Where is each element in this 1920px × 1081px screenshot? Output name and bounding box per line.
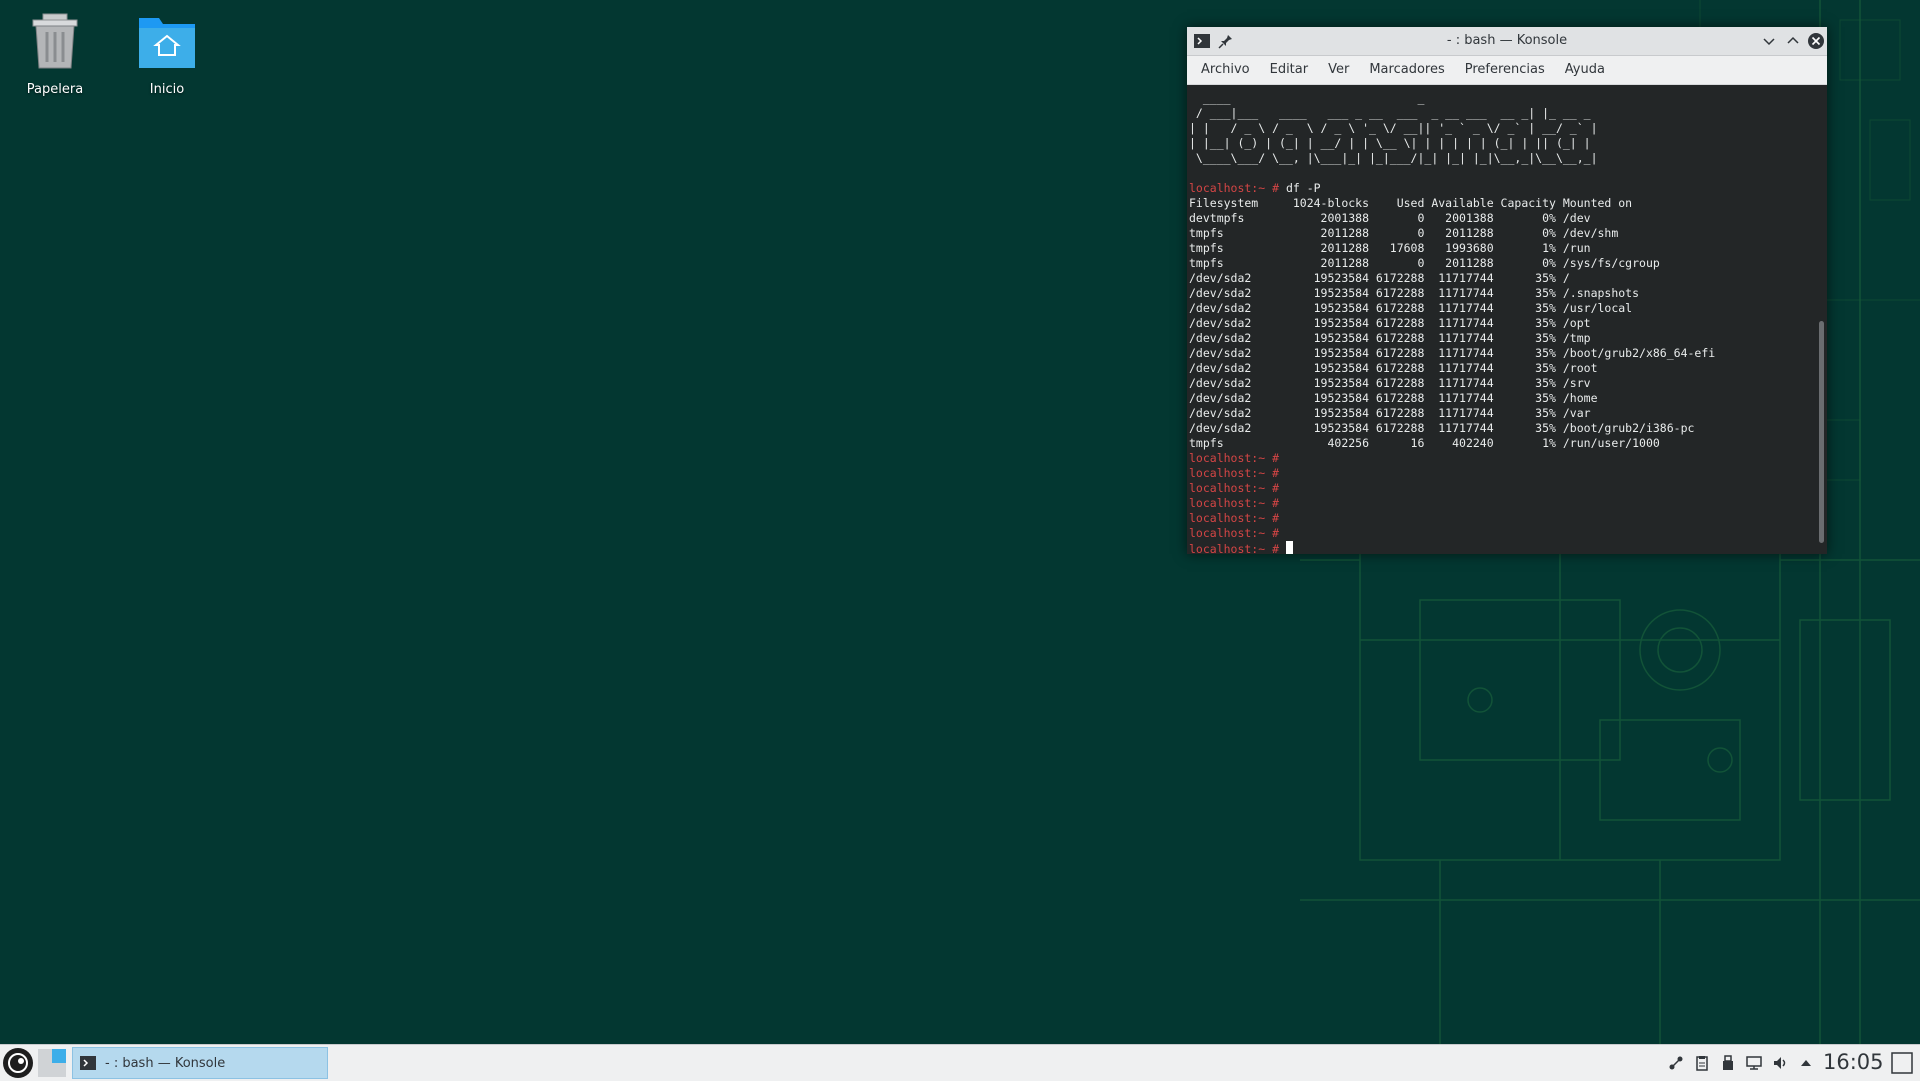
terminal-table-row: tmpfs 2011288 0 2011288 0% /dev/shm xyxy=(1189,226,1619,240)
menu-preferencias[interactable]: Preferencias xyxy=(1455,56,1555,84)
terminal-banner-line: \____\___/ \__, |\___|_| |_|___/|_| |_| … xyxy=(1195,151,1598,165)
terminal-banner-line: ____ _ xyxy=(1202,91,1425,105)
clipboard-icon[interactable] xyxy=(1694,1055,1710,1071)
terminal-table-row: /dev/sda2 19523584 6172288 11717744 35% … xyxy=(1189,361,1598,375)
scrollbar-thumb[interactable] xyxy=(1819,321,1824,543)
desktop-icon-trash[interactable]: Papelera xyxy=(5,12,105,97)
terminal-table-row: /dev/sda2 19523584 6172288 11717744 35% … xyxy=(1189,391,1598,405)
terminal-table-row: /dev/sda2 19523584 6172288 11717744 35% … xyxy=(1189,301,1633,315)
terminal-table-row: /dev/sda2 19523584 6172288 11717744 35% … xyxy=(1189,271,1570,285)
terminal-prompt: localhost:~ # xyxy=(1189,481,1280,495)
taskbar-item-label: - : bash — Konsole xyxy=(105,1055,226,1071)
volume-icon[interactable] xyxy=(1772,1055,1788,1071)
network-share-icon[interactable] xyxy=(1668,1055,1684,1071)
trash-icon xyxy=(32,13,78,69)
menu-editar[interactable]: Editar xyxy=(1260,56,1319,84)
home-folder-icon xyxy=(139,18,195,68)
terminal-prompt: localhost:~ # xyxy=(1189,466,1280,480)
terminal-scrollbar[interactable] xyxy=(1815,85,1827,554)
terminal-table-row: /dev/sda2 19523584 6172288 11717744 35% … xyxy=(1189,316,1591,330)
konsole-window[interactable]: - : bash — Konsole Archivo Editar Ver Ma… xyxy=(1187,27,1827,554)
window-title: - : bash — Konsole xyxy=(1446,33,1568,48)
window-titlebar[interactable]: - : bash — Konsole xyxy=(1187,27,1827,56)
pager-icon[interactable] xyxy=(38,1049,66,1077)
terminal-table-row: /dev/sda2 19523584 6172288 11717744 35% … xyxy=(1189,421,1695,435)
desktop-icon-home[interactable]: Inicio xyxy=(117,12,217,97)
close-icon[interactable] xyxy=(1807,32,1825,50)
terminal-prompt: localhost:~ # xyxy=(1189,542,1286,554)
terminal-prompt: localhost:~ # xyxy=(1189,526,1280,540)
desktop-icon-label: Inicio xyxy=(149,82,185,97)
terminal-table-row: /dev/sda2 19523584 6172288 11717744 35% … xyxy=(1189,346,1716,360)
terminal-banner-line: / ___|___ ____ ___ _ __ ___ _ __ ___ __ … xyxy=(1195,106,1591,120)
terminal-prompt: localhost:~ # xyxy=(1189,496,1280,510)
menu-ver[interactable]: Ver xyxy=(1318,56,1359,84)
terminal-table-row: tmpfs 2011288 0 2011288 0% /sys/fs/cgrou… xyxy=(1189,256,1660,270)
terminal-table-row: /dev/sda2 19523584 6172288 11717744 35% … xyxy=(1189,406,1591,420)
terminal-banner-line: | | / _ \ / _ \ / _ \ '_ \/ __|| '_ ` _ … xyxy=(1189,121,1598,135)
terminal-prompt: localhost:~ # xyxy=(1189,181,1280,195)
terminal-prompt: localhost:~ # xyxy=(1189,451,1280,465)
menu-ayuda[interactable]: Ayuda xyxy=(1555,56,1615,84)
clock[interactable]: 16:05 xyxy=(1823,1050,1884,1074)
minimize-icon[interactable] xyxy=(1760,32,1778,50)
taskbar: - : bash — Konsole 16:05 xyxy=(0,1044,1920,1081)
terminal-app-icon xyxy=(80,1056,96,1070)
terminal-command: df -P xyxy=(1285,181,1321,195)
menu-archivo[interactable]: Archivo xyxy=(1191,56,1260,84)
menu-marcadores[interactable]: Marcadores xyxy=(1359,56,1454,84)
terminal-table-row: /dev/sda2 19523584 6172288 11717744 35% … xyxy=(1189,376,1591,390)
taskbar-item-konsole[interactable]: - : bash — Konsole xyxy=(72,1047,328,1079)
terminal-table-header: Filesystem 1024-blocks Used Available Ca… xyxy=(1189,196,1633,210)
terminal-area[interactable]: ____ _ / ___|___ ____ ___ _ __ ___ _ __ … xyxy=(1187,85,1815,554)
show-desktop-icon[interactable] xyxy=(1890,1051,1914,1075)
terminal-table-row: tmpfs 402256 16 402240 1% /run/user/1000 xyxy=(1189,436,1660,450)
tray-expand-icon[interactable] xyxy=(1798,1055,1814,1071)
terminal-table-row: /dev/sda2 19523584 6172288 11717744 35% … xyxy=(1189,286,1640,300)
desktop-icon-label: Papelera xyxy=(26,82,84,97)
terminal-cursor xyxy=(1285,541,1293,554)
application-launcher-icon[interactable] xyxy=(2,1047,34,1079)
terminal-table-row: /dev/sda2 19523584 6172288 11717744 35% … xyxy=(1189,331,1591,345)
network-wired-icon[interactable] xyxy=(1746,1055,1762,1071)
terminal-table-row: devtmpfs 2001388 0 2001388 0% /dev xyxy=(1189,211,1591,225)
menubar: Archivo Editar Ver Marcadores Preferenci… xyxy=(1187,56,1827,85)
usb-device-icon[interactable] xyxy=(1720,1055,1736,1071)
maximize-icon[interactable] xyxy=(1784,32,1802,50)
terminal-prompt: localhost:~ # xyxy=(1189,511,1280,525)
terminal-banner-line: | |__| (_) | (_| | __/ | | \__ \| | | | … xyxy=(1189,136,1591,150)
terminal-output: ____ _ / ___|___ ____ ___ _ __ ___ _ __ … xyxy=(1187,85,1815,554)
terminal-table-row: tmpfs 2011288 17608 1993680 1% /run xyxy=(1189,241,1591,255)
